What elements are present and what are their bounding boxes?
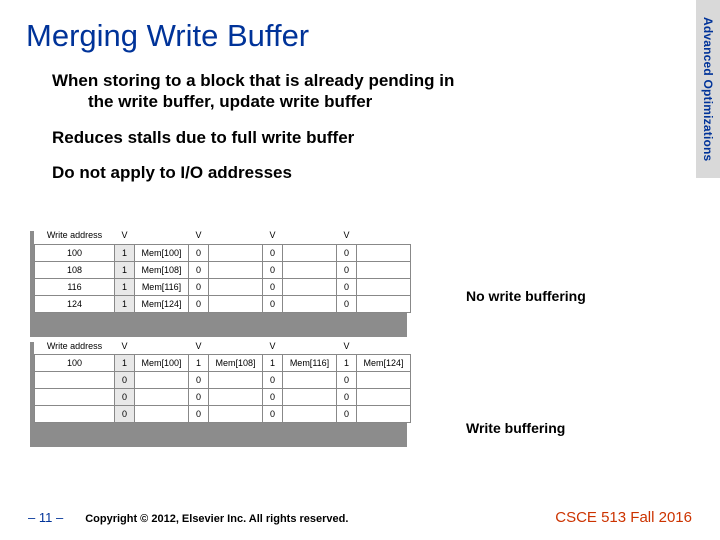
label-no-buffering: No write buffering	[466, 288, 586, 304]
hdr-v: V	[337, 338, 357, 355]
section-label: Advanced Optimizations	[701, 17, 715, 161]
course-label: CSCE 513 Fall 2016	[555, 509, 692, 526]
table-no-buffering: Write address V V V V 100 1 Mem[100] 0	[34, 227, 411, 333]
slide-title: Merging Write Buffer	[26, 18, 694, 54]
page-number: – 11 –	[28, 510, 63, 525]
table-with-buffering: Write address V V V V 100 1 Mem[100] 1 M…	[34, 338, 411, 444]
hdr-v: V	[189, 338, 209, 355]
bullet-1: When storing to a block that is already …	[52, 70, 694, 113]
hdr-v: V	[115, 227, 135, 244]
tables-area: Write address V V V V 100 1 Mem[100] 0	[34, 227, 411, 448]
table-row: 0 0 0 0	[35, 406, 411, 423]
label-buffering: Write buffering	[466, 420, 565, 436]
bullet-3: Do not apply to I/O addresses	[52, 162, 694, 183]
table-header-row: Write address V V V V	[35, 338, 411, 355]
table-row: 0 0 0 0	[35, 372, 411, 389]
section-sidebar: Advanced Optimizations	[696, 0, 720, 178]
table-header-row: Write address V V V V	[35, 227, 411, 244]
table-row: 124 1 Mem[124] 0 0 0	[35, 295, 411, 312]
hdr-addr: Write address	[35, 338, 115, 355]
hdr-v: V	[263, 338, 283, 355]
slide-body: When storing to a block that is already …	[26, 70, 694, 183]
table-row: 100 1 Mem[100] 0 0 0	[35, 244, 411, 261]
hdr-addr: Write address	[35, 227, 115, 244]
table-row: 108 1 Mem[108] 0 0 0	[35, 261, 411, 278]
copyright: Copyright © 2012, Elsevier Inc. All righ…	[85, 513, 555, 525]
footer: – 11 – Copyright © 2012, Elsevier Inc. A…	[0, 509, 720, 526]
hdr-v: V	[263, 227, 283, 244]
bullet-1-line2: the write buffer, update write buffer	[70, 91, 372, 112]
hdr-v: V	[189, 227, 209, 244]
slide: Advanced Optimizations Merging Write Buf…	[0, 0, 720, 540]
bullet-1-line1: When storing to a block that is already …	[52, 71, 454, 90]
write-buffer-table-2: Write address V V V V 100 1 Mem[100] 1 M…	[34, 338, 411, 424]
table-row: 0 0 0 0	[35, 389, 411, 406]
hdr-v: V	[337, 227, 357, 244]
bullet-2: Reduces stalls due to full write buffer	[52, 127, 694, 148]
hdr-v: V	[115, 338, 135, 355]
write-buffer-table-1: Write address V V V V 100 1 Mem[100] 0	[34, 227, 411, 313]
table-row: 100 1 Mem[100] 1 Mem[108] 1 Mem[116] 1 M…	[35, 355, 411, 372]
table-row: 116 1 Mem[116] 0 0 0	[35, 278, 411, 295]
